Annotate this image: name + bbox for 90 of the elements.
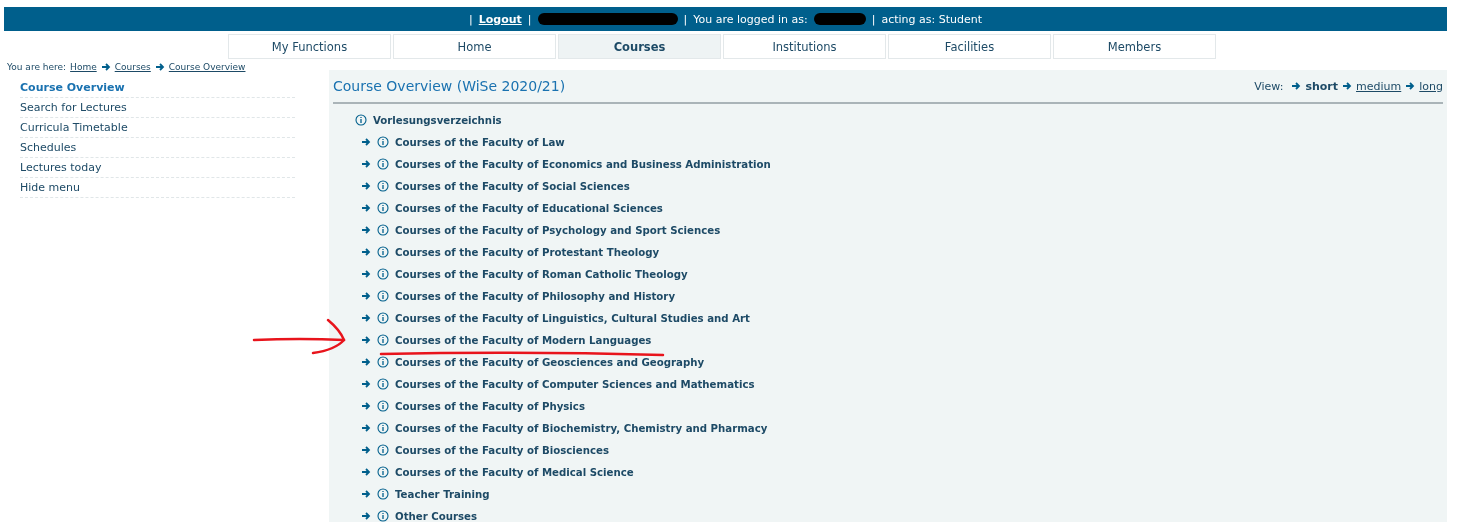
arrow-icon (361, 313, 371, 323)
logged-in-label: You are logged in as: (693, 12, 808, 26)
tree-node[interactable]: Courses of the Faculty of Biochemistry, Chemistry and Pharmacy (395, 422, 768, 434)
arrow-icon (361, 137, 371, 147)
tree-node[interactable]: Teacher Training (395, 488, 490, 500)
arrow-icon (361, 291, 371, 301)
view-label: View: (1254, 79, 1284, 93)
arrow-icon (1291, 81, 1302, 91)
tree-node[interactable]: Vorlesungsverzeichnis (373, 114, 502, 126)
sidebar-item[interactable]: Curricula Timetable (20, 118, 295, 138)
arrow-icon (361, 467, 371, 477)
info-icon[interactable] (377, 268, 389, 280)
tree-node[interactable]: Courses of the Faculty of Linguistics, Cultural Studies and Art (395, 312, 750, 324)
breadcrumb-label: You are here: (7, 62, 67, 72)
nav-tab[interactable]: My Functions (228, 34, 391, 59)
tree-node[interactable]: Courses of the Faculty of Modern Languages (395, 334, 652, 346)
arrow-icon (361, 489, 371, 499)
info-icon[interactable] (377, 246, 389, 258)
arrow-icon (361, 445, 371, 455)
tree-node[interactable]: Courses of the Faculty of Geosciences and Geography (395, 356, 705, 368)
arrow-icon (1342, 81, 1353, 91)
breadcrumb-link[interactable]: Home (70, 62, 97, 72)
tree-node[interactable]: Courses of the Faculty of Educational Sciences (395, 202, 663, 214)
info-icon[interactable] (377, 334, 389, 346)
redaction-mark (813, 13, 866, 25)
acting-as-label: acting as: Student (881, 12, 982, 26)
breadcrumb-link[interactable]: Courses (114, 62, 151, 72)
arrow-icon (361, 511, 371, 521)
tree-node[interactable]: Courses of the Faculty of Roman Catholic Theology (395, 268, 688, 280)
tree-node[interactable]: Courses of the Faculty of Protestant Theology (395, 246, 660, 258)
separator: | (683, 12, 688, 26)
tree-node[interactable]: Courses of the Faculty of Medical Science (395, 466, 634, 478)
info-icon[interactable] (377, 488, 389, 500)
tree-node[interactable]: Courses of the Faculty of Economics and Business Administration (395, 158, 771, 170)
info-icon[interactable] (377, 158, 389, 170)
page-title: Course Overview (WiSe 2020/21) (333, 78, 566, 94)
info-icon[interactable] (377, 136, 389, 148)
sidebar-item[interactable]: Course Overview (20, 78, 295, 98)
view-option[interactable]: medium (1356, 79, 1402, 93)
arrow-icon (361, 335, 371, 345)
separator: | (527, 12, 532, 26)
info-icon[interactable] (377, 312, 389, 324)
arrow-icon (361, 203, 371, 213)
info-icon[interactable] (377, 180, 389, 192)
info-icon[interactable] (377, 510, 389, 522)
view-option[interactable]: long (1419, 79, 1443, 93)
tree-node[interactable]: Courses of the Faculty of Biosciences (395, 444, 609, 456)
arrow-icon (361, 225, 371, 235)
info-icon[interactable] (377, 378, 389, 390)
sidebar-item[interactable]: Lectures today (20, 158, 295, 178)
arrow-icon (361, 159, 371, 169)
logout-link[interactable]: Logout (478, 12, 522, 26)
arrow-icon (100, 62, 111, 72)
nav-tab[interactable]: Institutions (723, 34, 886, 59)
info-icon[interactable] (377, 356, 389, 368)
info-icon[interactable] (377, 290, 389, 302)
sidebar-item[interactable]: Schedules (20, 138, 295, 158)
info-icon[interactable] (355, 114, 367, 126)
tree-node[interactable]: Courses of the Faculty of Psychology and Sport Sciences (395, 224, 721, 236)
tree-node[interactable]: Courses of the Faculty of Philosophy and History (395, 290, 676, 302)
tree-node[interactable]: Courses of the Faculty of Computer Sciences and Mathematics (395, 378, 755, 390)
tree-node[interactable]: Courses of the Faculty of Social Sciences (395, 180, 630, 192)
nav-tab[interactable]: Courses (558, 34, 721, 59)
separator: | (871, 12, 876, 26)
nav-tab[interactable]: Home (393, 34, 556, 59)
arrow-icon (361, 379, 371, 389)
tree-node[interactable]: Courses of the Faculty of Physics (395, 400, 585, 412)
separator: | (469, 12, 473, 26)
view-option[interactable]: short (1305, 79, 1339, 93)
info-icon[interactable] (377, 422, 389, 434)
sidebar-item[interactable]: Search for Lectures (20, 98, 295, 118)
sidebar-item[interactable]: Hide menu (20, 178, 295, 198)
tree-node[interactable]: Other Courses (395, 510, 478, 522)
arrow-icon (361, 247, 371, 257)
tree-node[interactable]: Courses of the Faculty of Law (395, 136, 565, 148)
arrow-icon (361, 423, 371, 433)
arrow-icon (154, 62, 165, 72)
nav-tab[interactable]: Members (1053, 34, 1216, 59)
arrow-icon (361, 401, 371, 411)
info-icon[interactable] (377, 400, 389, 412)
arrow-icon (361, 357, 371, 367)
info-icon[interactable] (377, 202, 389, 214)
info-icon[interactable] (377, 466, 389, 478)
arrow-icon (361, 181, 371, 191)
info-icon[interactable] (377, 224, 389, 236)
info-icon[interactable] (377, 444, 389, 456)
nav-tab[interactable]: Facilities (888, 34, 1051, 59)
arrow-icon (361, 269, 371, 279)
arrow-icon (1405, 81, 1416, 91)
breadcrumb-link[interactable]: Course Overview (168, 62, 246, 72)
